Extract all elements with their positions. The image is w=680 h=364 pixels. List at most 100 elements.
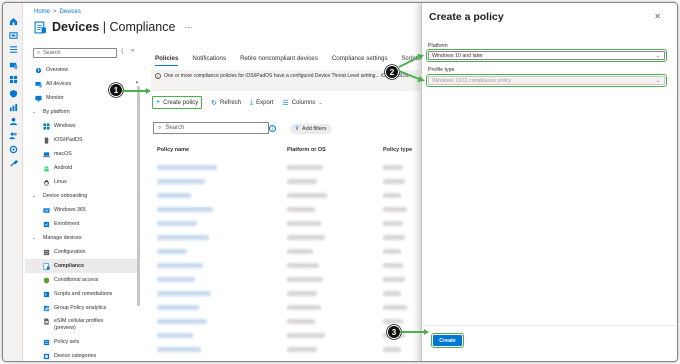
chevron-down-icon: ⌄ [32,109,37,115]
nav-item-label: Policy sets [54,339,80,345]
nav-item-android[interactable]: Android [25,161,137,175]
nav-item-esim-cellular-profiles-preview[interactable]: eSIM cellular profiles (preview) [25,315,137,335]
nav-item-linux[interactable]: Linux [25,175,137,189]
nav-item-group-policy-analytics[interactable]: Group Policy analytics [25,301,137,315]
nav-item-label: Group Policy analytics [54,305,107,311]
redacted-cell [287,291,317,296]
column-policy-type[interactable]: Policy type [383,147,412,153]
nav-item-compliance[interactable]: Compliance [25,259,137,273]
chevron-down-icon: ⌄ [32,235,37,241]
nav-item-scripts-and-remediations[interactable]: Scripts and remediations [25,287,137,301]
nav-group-by-platform[interactable]: ⌄ By platform [25,105,137,119]
nav-item-label: By platform [43,109,70,115]
columns-button[interactable]: ☰ Columns ⌄ [282,99,322,107]
tab-retire-noncompliant[interactable]: Retire noncompliant devices [240,55,318,66]
redacted-cell [287,207,315,212]
policy-search-input[interactable]: ⌕ Search [153,122,269,134]
search-icon: ⌕ [158,124,162,131]
phone-icon [43,136,50,144]
users-icon[interactable] [8,117,18,126]
analytics-icon [43,305,50,312]
collapse-nav-icon[interactable]: « [131,48,134,54]
redacted-cell [287,235,325,240]
nav-settings-icon[interactable]: ⟨ [121,48,123,55]
nav-group-device-onboarding[interactable]: ⌄ Device onboarding [25,189,137,203]
tenant-admin-icon[interactable] [8,145,18,154]
list-icon[interactable] [8,45,18,54]
more-options-icon[interactable]: ··· [184,23,192,32]
export-button[interactable]: ⤓ Export [250,99,273,107]
redacted-cell [157,165,217,170]
tab-notifications[interactable]: Notifications [192,55,226,66]
redacted-cell [157,319,207,324]
profile-type-dropdown[interactable]: Windows 10/11 compliance policy ⌄ [426,74,667,87]
redacted-cell [287,165,323,170]
callout-3: 3 [387,325,401,339]
nav-item-label: Scripts and remediations [54,291,113,297]
nav-scrollbar[interactable] [137,86,140,306]
page-title-compliance: | Compliance [99,20,176,34]
redacted-cell [157,277,195,282]
redacted-cell [287,263,319,268]
redacted-cell [157,249,187,254]
devices-icon [35,81,42,88]
nav-item-overview[interactable]: Overview [25,63,137,77]
nav-search-input[interactable]: ⌕ Search [33,48,117,58]
nav-item-conditional-access[interactable]: Conditional access [25,273,137,287]
redacted-cell [383,165,403,170]
redacted-cell [287,305,321,310]
nav-item-label: Compliance [54,263,85,269]
windows-icon [43,122,50,130]
redacted-cell [383,249,401,254]
column-policy-name[interactable]: Policy name [157,147,189,153]
redacted-cell [383,319,403,324]
search-info-icon[interactable]: i [269,125,276,132]
nav-item-label: All devices [46,81,72,87]
nav-search-placeholder: Search [43,50,61,56]
nav-group-manage-devices[interactable]: ⌄ Manage devices [25,231,137,245]
close-icon[interactable]: ✕ [654,12,661,21]
scroll-up-icon[interactable]: ▲ [135,79,139,84]
chevron-down-icon: ⌄ [655,53,660,59]
breadcrumb-devices[interactable]: Devices [60,9,81,15]
add-filters-button[interactable]: ⊽ Add filters [290,124,332,134]
script-icon [43,291,50,298]
nav-item-windows[interactable]: Windows [25,119,137,133]
chevron-down-icon: ⌄ [32,193,37,199]
search-icon: ⌕ [37,49,41,56]
nav-item-enrollment[interactable]: Enrollment [25,217,137,231]
reports-icon[interactable] [8,103,18,112]
nav-item-policy-sets[interactable]: Policy sets [25,335,137,349]
tab-compliance-settings[interactable]: Compliance settings [332,55,388,66]
platform-dropdown[interactable]: Windows 10 and later ⌄ [426,49,667,62]
redacted-cell [157,179,205,184]
compliance-icon [43,262,50,270]
callout-2-arrows [398,54,425,82]
nav-item-windows-365[interactable]: Windows 365 [25,203,137,217]
groups-icon[interactable] [8,131,18,140]
redacted-cell [383,347,401,352]
nav-item-macos[interactable]: macOS [25,147,137,161]
redacted-cell [287,319,315,324]
enrollment-icon [43,221,50,228]
devices-rail-icon[interactable] [8,61,18,70]
create-policy-button[interactable]: + Create policy [152,96,203,109]
redacted-cell [287,249,313,254]
columns-label: Columns [291,99,316,106]
redacted-cell [383,193,401,198]
security-icon[interactable] [8,89,18,98]
refresh-button[interactable]: ↻ Refresh [211,99,241,107]
column-platform[interactable]: Platform or OS [287,147,326,153]
breadcrumb-home[interactable]: Home [34,9,50,15]
nav-item-device-categories[interactable]: Device categories [25,349,137,361]
troubleshooting-icon[interactable] [8,159,18,168]
home-icon[interactable] [8,17,18,26]
apps-icon[interactable] [8,75,18,84]
nav-item-configuration[interactable]: Configuration [25,245,137,259]
nav-item-ios-ipados[interactable]: iOS/iPadOS [25,133,137,147]
dashboard-icon[interactable] [8,31,18,40]
cloud-pc-icon [43,207,50,214]
tab-policies[interactable]: Policies [155,55,179,66]
chevron-down-icon: ⌄ [318,99,323,106]
create-button[interactable]: Create [431,333,464,348]
